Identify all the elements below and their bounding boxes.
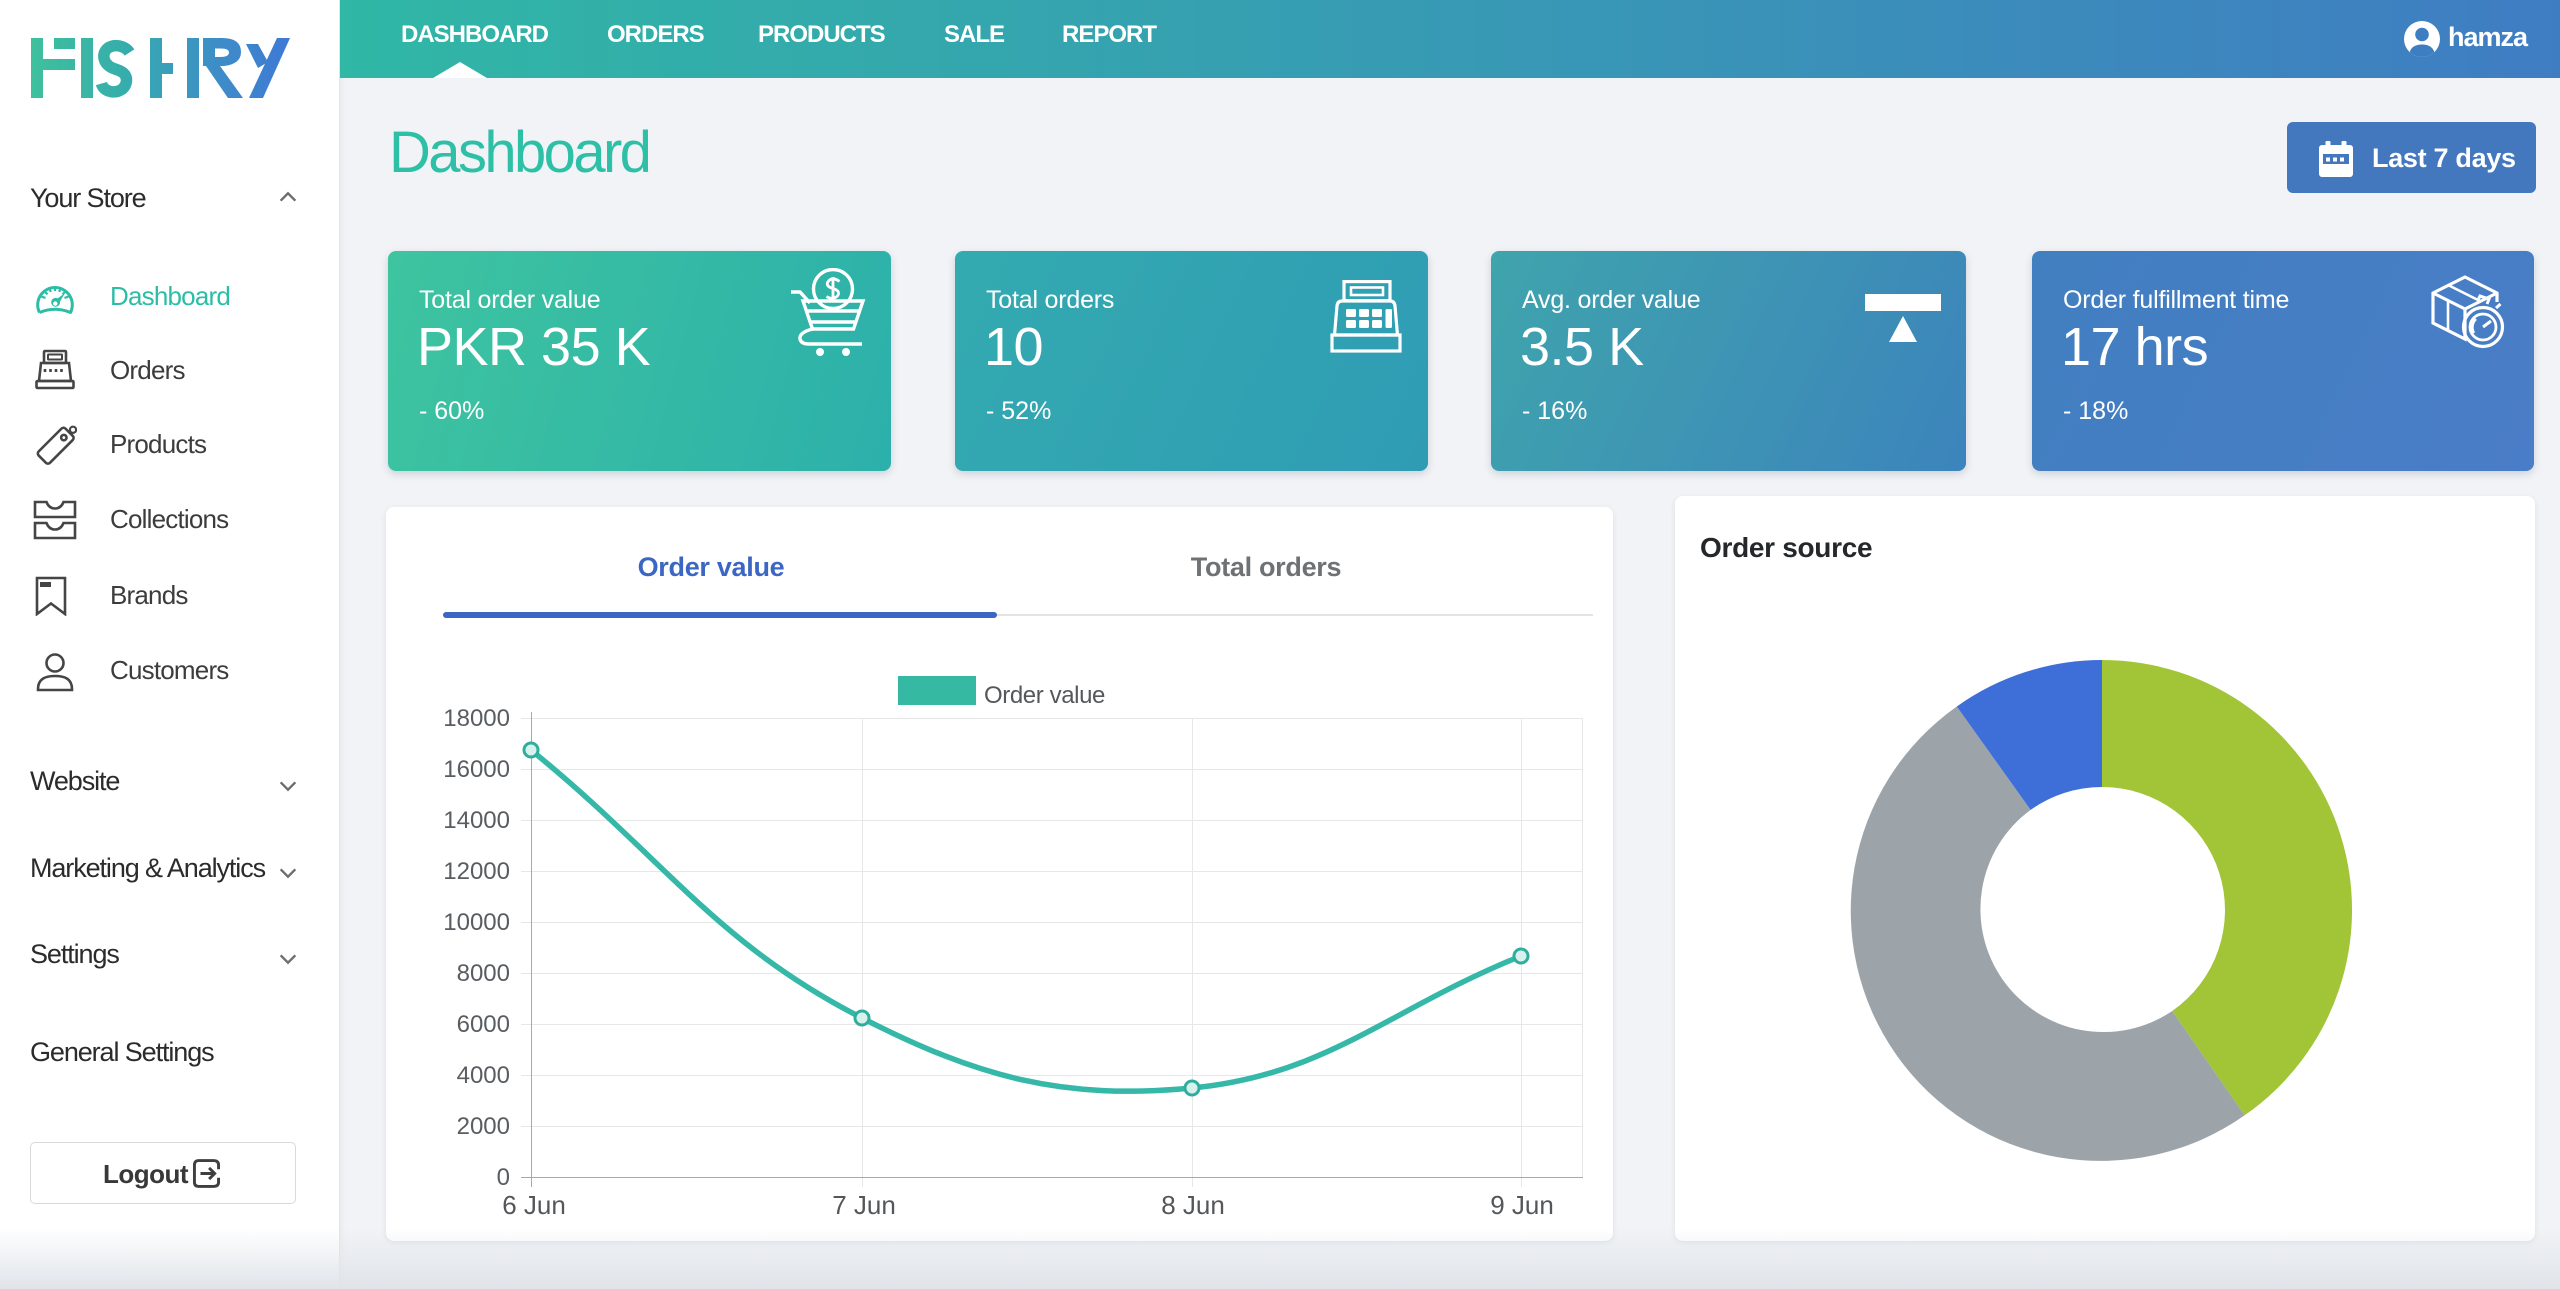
svg-text:18000: 18000 [443, 705, 510, 732]
svg-text:4000: 4000 [457, 1062, 510, 1089]
svg-text:16000: 16000 [443, 756, 510, 783]
svg-text:8 Jun: 8 Jun [1161, 1190, 1225, 1220]
svg-text:0: 0 [497, 1164, 510, 1191]
svg-text:6 Jun: 6 Jun [502, 1190, 566, 1220]
svg-text:6000: 6000 [457, 1011, 510, 1038]
svg-text:8000: 8000 [457, 960, 510, 987]
svg-text:2000: 2000 [457, 1113, 510, 1140]
svg-text:10000: 10000 [443, 909, 510, 936]
svg-text:14000: 14000 [443, 807, 510, 834]
svg-text:9 Jun: 9 Jun [1490, 1190, 1554, 1220]
svg-text:7 Jun: 7 Jun [832, 1190, 896, 1220]
svg-text:12000: 12000 [443, 858, 510, 885]
